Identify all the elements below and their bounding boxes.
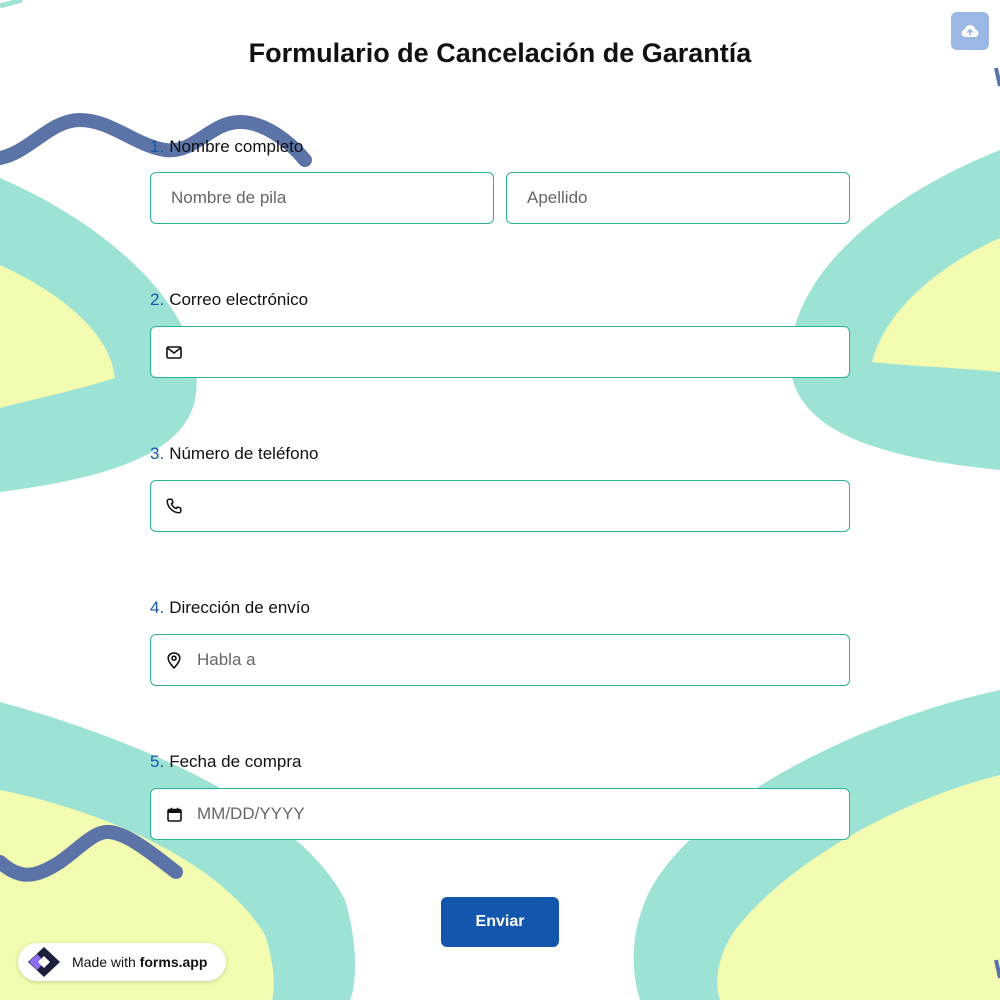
badge-prefix: Made with bbox=[72, 954, 136, 970]
phone-field[interactable] bbox=[150, 480, 850, 532]
edge-mark-top-left bbox=[0, 0, 23, 9]
submit-button[interactable]: Enviar bbox=[441, 897, 559, 947]
email-field[interactable] bbox=[150, 326, 850, 378]
purchase-date-input[interactable] bbox=[183, 789, 849, 839]
question-text: Fecha de compra bbox=[169, 752, 302, 771]
badge-text: Made with forms.app bbox=[72, 954, 207, 970]
question-number: 1. bbox=[150, 137, 165, 156]
question-email-label: 2. Correo electrónico bbox=[150, 290, 308, 310]
phone-icon bbox=[165, 497, 183, 515]
address-input[interactable] bbox=[183, 635, 849, 685]
email-input[interactable] bbox=[183, 327, 849, 377]
question-number: 2. bbox=[150, 290, 165, 309]
question-phone-label: 3. Número de teléfono bbox=[150, 444, 319, 464]
cloud-upload-icon bbox=[961, 25, 979, 37]
badge-brand: forms.app bbox=[139, 954, 208, 970]
question-number: 3. bbox=[150, 444, 165, 463]
question-text: Dirección de envío bbox=[169, 598, 310, 617]
warranty-cancellation-form: 1.Nombre completo 2.Correo electrónico 3… bbox=[150, 0, 850, 1000]
envelope-icon bbox=[165, 343, 183, 361]
address-field[interactable] bbox=[150, 634, 850, 686]
last-name-input[interactable] bbox=[507, 173, 849, 223]
question-text: Correo electrónico bbox=[169, 290, 309, 309]
phone-input[interactable] bbox=[183, 481, 849, 531]
purchase-date-field[interactable] bbox=[150, 788, 850, 840]
edge-mark-right-top bbox=[994, 67, 1000, 87]
last-name-field[interactable] bbox=[506, 172, 850, 224]
forms-app-logo bbox=[24, 943, 64, 981]
question-purchase-date-label: 5. Fecha de compra bbox=[150, 752, 301, 772]
form-page: Formulario de Cancelación de Garantía 1.… bbox=[0, 0, 1000, 1000]
question-full-name-label: 1. Nombre completo bbox=[150, 137, 303, 157]
question-number: 5. bbox=[150, 752, 165, 771]
question-number: 4. bbox=[150, 598, 165, 617]
map-pin-icon bbox=[165, 651, 183, 669]
calendar-icon bbox=[165, 805, 183, 823]
made-with-badge[interactable]: Made with forms.app bbox=[18, 943, 226, 981]
question-address-label: 4. Dirección de envío bbox=[150, 598, 310, 618]
first-name-field[interactable] bbox=[150, 172, 494, 224]
cloud-upload-button[interactable] bbox=[951, 12, 989, 50]
question-text: Nombre completo bbox=[169, 137, 304, 156]
question-text: Número de teléfono bbox=[169, 444, 319, 463]
first-name-input[interactable] bbox=[151, 173, 493, 223]
